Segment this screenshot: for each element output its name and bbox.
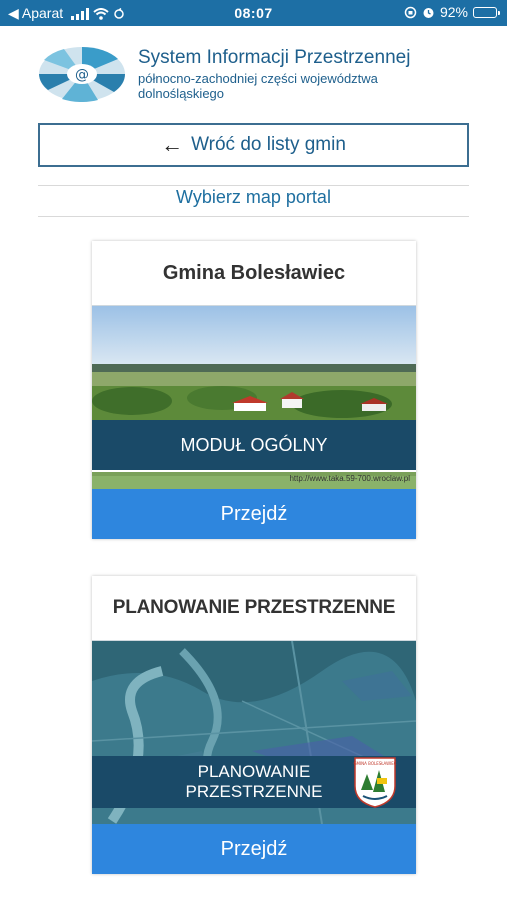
go-button[interactable]: Przejdź bbox=[92, 489, 416, 539]
back-to-list-label: Wróć do listy gmin bbox=[191, 134, 346, 155]
status-bar: ◀ Aparat 08:07 92% bbox=[0, 0, 507, 26]
band-line: PRZESTRZENNE bbox=[185, 782, 323, 801]
divider bbox=[38, 216, 469, 217]
choose-map-portal-link[interactable]: Wybierz map portal bbox=[0, 187, 507, 208]
card-spatial-planning: PLANOWANIE PRZESTRZENNE PLANOWANIE PRZES… bbox=[92, 576, 416, 874]
map-image: PLANOWANIE PRZESTRZENNE GMINA BOLESŁAWIE… bbox=[92, 641, 416, 824]
rotation-lock-icon bbox=[404, 6, 417, 18]
card-band: MODUŁ OGÓLNY bbox=[92, 420, 416, 470]
arrow-left-icon: ← bbox=[161, 132, 184, 157]
card-title: Gmina Bolesławiec bbox=[92, 241, 416, 306]
image-caption: http://www.taka.59-700.wroclaw.pl bbox=[289, 474, 410, 483]
battery-percent: 92% bbox=[439, 4, 468, 20]
svg-text:@: @ bbox=[75, 67, 89, 83]
card-title: PLANOWANIE PRZESTRZENNE bbox=[92, 576, 416, 641]
landscape-image: MODUŁ OGÓLNY http://www.taka.59-700.wroc… bbox=[92, 306, 416, 489]
status-right: 92% bbox=[404, 4, 500, 20]
municipality-crest-icon: GMINA BOLESŁAWIEC bbox=[353, 757, 397, 808]
divider bbox=[38, 185, 469, 186]
sip-logo: @ bbox=[39, 46, 125, 102]
back-to-list-button[interactable]: ← Wróć do listy gmin bbox=[38, 123, 469, 167]
band-line: PLANOWANIE bbox=[197, 762, 311, 781]
alarm-icon bbox=[423, 7, 434, 18]
app-title: System Informacji Przestrzennej bbox=[138, 47, 411, 68]
card-general-module: Gmina Bolesławiec MODUŁ OGÓLNY http://ww… bbox=[92, 241, 416, 539]
app-subtitle: północno-zachodniej części województwa d… bbox=[138, 71, 378, 101]
go-button[interactable]: Przejdź bbox=[92, 824, 416, 874]
crest-text: GMINA BOLESŁAWIEC bbox=[353, 761, 396, 766]
battery-icon bbox=[473, 6, 500, 18]
